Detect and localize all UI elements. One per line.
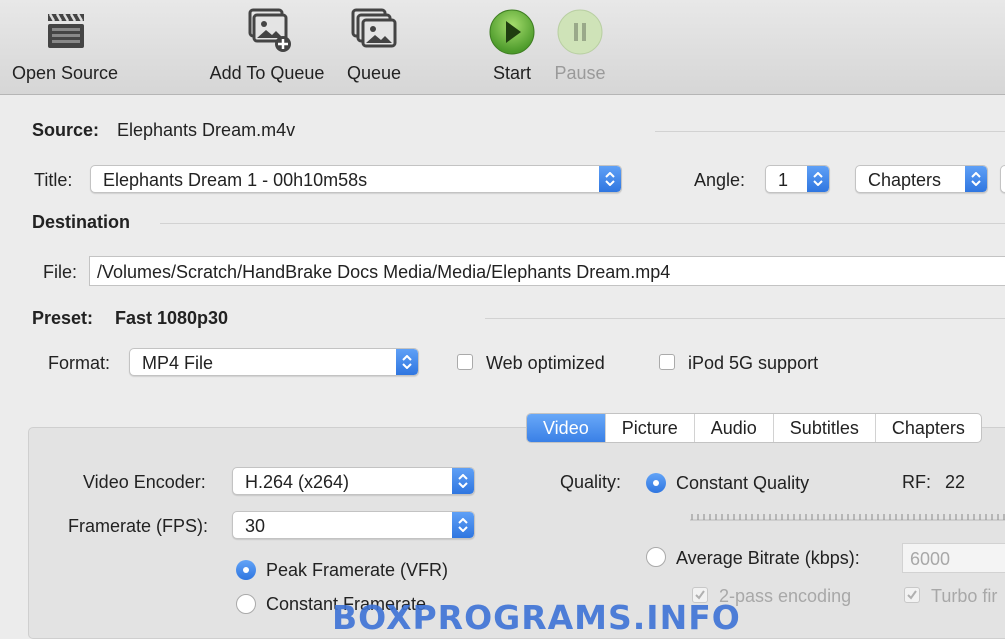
popup-arrows-icon [396, 349, 418, 375]
toolbar: Open Source Add To Queue Queue Start Pau… [0, 0, 1005, 95]
add-to-queue-button[interactable]: Add To Queue [200, 0, 334, 94]
start-button[interactable]: Start [482, 0, 542, 94]
popup-arrows-icon [965, 166, 987, 192]
divider [485, 318, 1005, 319]
ipod-support-checkbox[interactable] [659, 354, 675, 370]
preset-value: Fast 1080p30 [115, 308, 229, 328]
slider-ticks [690, 514, 1005, 521]
popup-arrows-icon [599, 166, 621, 192]
framerate-value: 30 [245, 516, 266, 536]
tab-video[interactable]: Video [527, 414, 606, 442]
bitrate-field[interactable]: 6000 [902, 543, 1005, 573]
destination-heading: Destination [32, 212, 131, 232]
queue-button[interactable]: Queue [340, 0, 408, 94]
tab-audio[interactable]: Audio [695, 414, 774, 442]
source-value: Elephants Dream.m4v [117, 120, 296, 140]
turbo-checkbox[interactable] [904, 587, 920, 603]
video-encoder-value: H.264 (x264) [245, 472, 350, 492]
framerate-popup[interactable]: 30 [232, 511, 475, 539]
popup-arrows-icon [807, 166, 829, 192]
title-label: Title: [34, 170, 73, 190]
turbo-label: Turbo fir [931, 586, 998, 606]
play-icon [489, 9, 535, 55]
framerate-label: Framerate (FPS): [68, 516, 209, 536]
range-type-popup[interactable]: Chapters [855, 165, 988, 193]
pause-button[interactable]: Pause [550, 0, 610, 94]
format-popup-value: MP4 File [142, 353, 214, 373]
open-source-label: Open Source [11, 63, 119, 83]
open-source-button[interactable]: Open Source [2, 0, 128, 94]
title-popup-value: Elephants Dream 1 - 00h10m58s [103, 170, 368, 190]
format-label: Format: [48, 353, 111, 373]
settings-tabs: Video Picture Audio Subtitles Chapters [526, 413, 982, 443]
angle-popup-value: 1 [778, 170, 789, 190]
video-encoder-popup[interactable]: H.264 (x264) [232, 467, 475, 495]
rf-label: RF: [902, 472, 931, 492]
constant-quality-radio[interactable] [646, 473, 666, 493]
tab-picture[interactable]: Picture [606, 414, 695, 442]
pause-icon [557, 9, 603, 55]
add-to-queue-icon [248, 8, 291, 52]
range-type-value: Chapters [868, 170, 942, 190]
format-popup[interactable]: MP4 File [129, 348, 419, 376]
title-popup[interactable]: Elephants Dream 1 - 00h10m58s [90, 165, 622, 193]
angle-label: Angle: [694, 170, 746, 190]
divider [160, 223, 1005, 224]
pause-label: Pause [554, 63, 606, 83]
rf-value: 22 [945, 472, 966, 492]
popup-arrows-icon [452, 468, 474, 494]
start-label: Start [492, 63, 531, 83]
quality-slider[interactable] [690, 508, 1005, 521]
video-encoder-label: Video Encoder: [83, 472, 206, 492]
checkmark-icon [907, 590, 917, 600]
constant-framerate-radio[interactable] [236, 594, 256, 614]
add-to-queue-label: Add To Queue [209, 63, 325, 83]
tab-chapters[interactable]: Chapters [876, 414, 981, 442]
popup-arrows-icon [452, 512, 474, 538]
queue-icon [351, 8, 397, 48]
average-bitrate-radio[interactable] [646, 547, 666, 567]
angle-popup[interactable]: 1 [765, 165, 830, 193]
file-label: File: [43, 262, 78, 282]
web-optimized-checkbox[interactable] [457, 354, 473, 370]
preset-label: Preset: [32, 308, 94, 328]
constant-quality-label: Constant Quality [676, 473, 810, 493]
queue-label: Queue [346, 63, 402, 83]
tab-subtitles[interactable]: Subtitles [774, 414, 876, 442]
range-start-popup[interactable] [1000, 165, 1005, 193]
watermark-text: BOXPROGRAMS.INFO [332, 598, 741, 637]
peak-framerate-radio[interactable] [236, 560, 256, 580]
average-bitrate-label: Average Bitrate (kbps): [676, 548, 860, 568]
quality-label: Quality: [560, 472, 622, 492]
file-path-field[interactable]: /Volumes/Scratch/HandBrake Docs Media/Me… [89, 256, 1005, 286]
clapperboard-icon [48, 13, 84, 48]
divider [655, 131, 1005, 132]
peak-framerate-label: Peak Framerate (VFR) [266, 560, 449, 580]
ipod-support-label: iPod 5G support [688, 353, 819, 373]
source-label: Source: [32, 120, 100, 140]
web-optimized-label: Web optimized [486, 353, 605, 373]
